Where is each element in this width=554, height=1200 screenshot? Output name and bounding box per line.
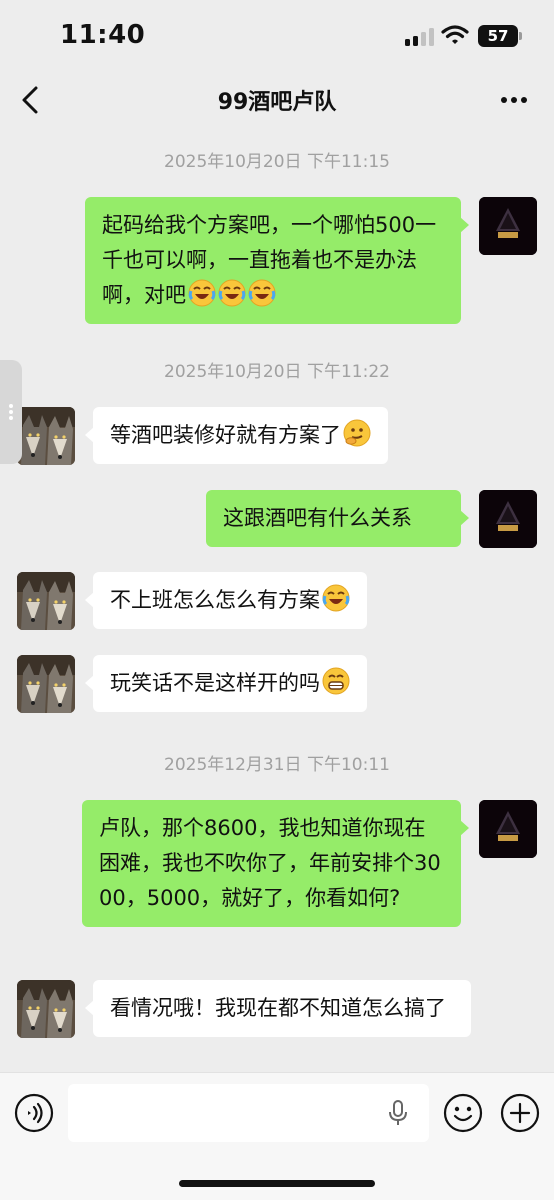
message-bubble-outgoing[interactable]: 起码给我个方案吧，一个哪怕500一千也可以啊，一直拖着也不是办法啊，对吧 — [85, 197, 469, 324]
message-text: 玩笑话不是这样开的吗 — [110, 671, 320, 695]
chat-title: 99酒吧卢队 — [217, 90, 337, 115]
thinking-emoji-icon — [343, 419, 371, 447]
contact-avatar[interactable] — [17, 407, 75, 465]
nav-bar: 99酒吧卢队 — [0, 72, 554, 128]
message-bubble-incoming[interactable]: 不上班怎么怎么有方案 — [85, 572, 367, 629]
laughing-emoji-icon — [218, 279, 246, 307]
contact-avatar[interactable] — [17, 572, 75, 630]
more-button[interactable] — [496, 94, 532, 106]
more-dots-icon — [511, 97, 517, 103]
wifi-icon — [441, 25, 469, 44]
message-bubble-outgoing[interactable]: 这跟酒吧有什么关系 — [206, 490, 469, 547]
status-time: 11:40 — [60, 20, 146, 50]
self-avatar[interactable] — [479, 197, 537, 255]
handle-dot — [9, 404, 13, 408]
signal-icon — [405, 28, 435, 46]
timestamp: 2025年10月20日 下午11:15 — [164, 152, 390, 172]
laughing-emoji-icon — [248, 279, 276, 307]
status-bar: 11:40 57 — [0, 0, 554, 72]
emoji-button[interactable] — [443, 1093, 483, 1133]
handle-dot — [9, 410, 13, 414]
side-drag-handle[interactable] — [0, 360, 22, 464]
contact-avatar[interactable] — [17, 655, 75, 713]
message-bubble-incoming[interactable]: 看情况哦！我现在都不知道怎么搞了 — [85, 980, 471, 1037]
battery-icon: 57 — [478, 25, 518, 47]
contact-avatar[interactable] — [17, 980, 75, 1038]
laughing-emoji-icon — [188, 279, 216, 307]
laughing-emoji-icon — [322, 584, 350, 612]
mic-icon[interactable] — [386, 1099, 410, 1127]
message-bubble-incoming[interactable]: 玩笑话不是这样开的吗 — [85, 655, 367, 712]
plus-button[interactable] — [500, 1093, 540, 1133]
self-avatar[interactable] — [479, 800, 537, 858]
message-input[interactable] — [68, 1084, 429, 1142]
message-text: 卢队，那个8600，我也知道你现在困难，我也不吹你了，年前安排个3000，500… — [99, 816, 441, 910]
more-dots-icon — [501, 97, 507, 103]
message-text: 等酒吧装修好就有方案了 — [110, 423, 341, 447]
more-dots-icon — [521, 97, 527, 103]
home-indicator[interactable] — [179, 1180, 375, 1187]
battery-cap — [519, 32, 522, 40]
voice-button[interactable] — [14, 1093, 54, 1133]
grinning-emoji-icon — [322, 667, 350, 695]
handle-dot — [9, 416, 13, 420]
timestamp: 2025年10月20日 下午11:22 — [164, 362, 390, 382]
message-text: 看情况哦！我现在都不知道怎么搞了 — [110, 996, 446, 1020]
timestamp: 2025年12月31日 下午10:11 — [164, 755, 390, 775]
self-avatar[interactable] — [479, 490, 537, 548]
message-bubble-incoming[interactable]: 等酒吧装修好就有方案了 — [85, 407, 388, 464]
message-bubble-outgoing[interactable]: 卢队，那个8600，我也知道你现在困难，我也不吹你了，年前安排个3000，500… — [82, 800, 469, 927]
message-text: 不上班怎么怎么有方案 — [110, 588, 320, 612]
message-text: 这跟酒吧有什么关系 — [223, 506, 412, 530]
